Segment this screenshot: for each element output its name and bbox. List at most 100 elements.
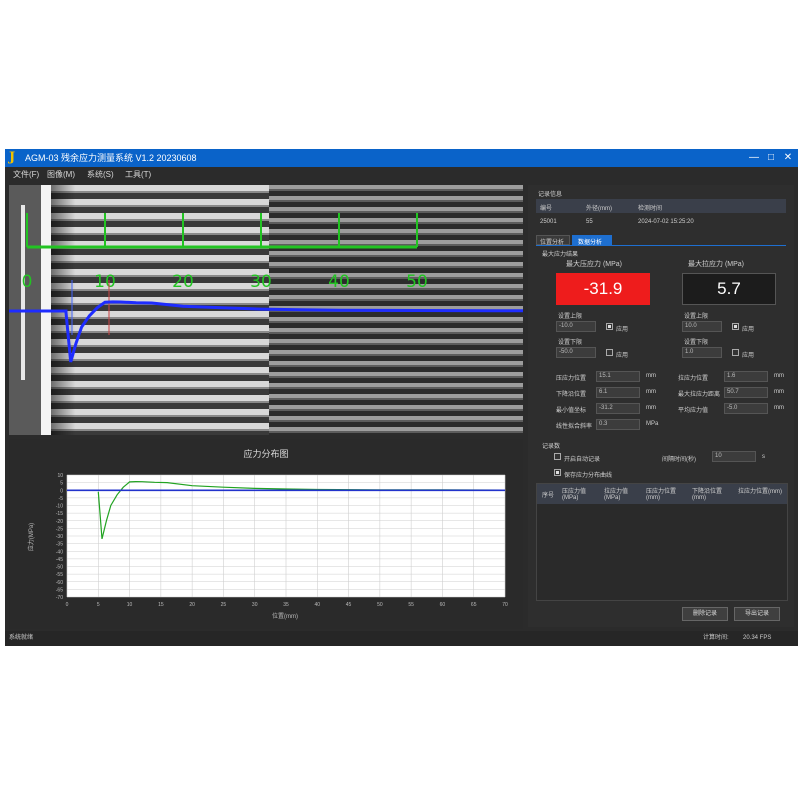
- menu-tools[interactable]: 工具(T): [125, 167, 151, 183]
- param-label-1: 下降沿位置: [556, 392, 587, 398]
- x-tick-label: 30: [252, 602, 258, 608]
- right-lower-limit-input[interactable]: 1.0: [682, 347, 722, 358]
- y-tick-label: -55: [56, 572, 63, 578]
- param-right-label-0: 拉应力位置: [678, 376, 709, 382]
- record-col-drop-pos: 下降沿位置(mm): [692, 489, 723, 501]
- app-window: J AGM-03 残余应力测量系统 V1.2 20230608 — □ ✕ 文件…: [5, 149, 798, 646]
- left-upper-limit-input[interactable]: -10.0: [556, 321, 596, 332]
- right-panel: 记录信息 编号 外径(mm) 检测时间 25001 55 2024-07-02 …: [528, 185, 794, 627]
- y-tick-label: -65: [56, 587, 63, 593]
- left-lower-apply-checkbox[interactable]: [606, 349, 613, 356]
- param-value-2[interactable]: -31.2: [596, 403, 640, 414]
- y-tick-label: -10: [56, 504, 63, 510]
- param-unit-0: mm: [646, 373, 656, 379]
- auto-record-checkbox[interactable]: [554, 453, 561, 460]
- y-tick-label: -20: [56, 519, 63, 525]
- x-tick-label: 65: [471, 602, 477, 608]
- info-header-diameter: 外径(mm): [586, 206, 612, 212]
- window-title: AGM-03 残余应力测量系统 V1.2 20230608: [25, 153, 197, 163]
- right-upper-apply-checkbox[interactable]: [732, 323, 739, 330]
- param-right-value-0[interactable]: 1.6: [724, 371, 768, 382]
- title-bar: J AGM-03 残余应力测量系统 V1.2 20230608 — □ ✕: [5, 149, 798, 167]
- x-tick-label: 40: [315, 602, 321, 608]
- scale-tick-label: 50: [406, 272, 428, 292]
- param-right-unit-1: mm: [774, 389, 784, 395]
- record-col-tens-pos: 拉应力位置(mm): [738, 489, 782, 495]
- menu-system[interactable]: 系统(S): [87, 167, 114, 183]
- param-right-value-1[interactable]: 50.7: [724, 387, 768, 398]
- y-tick-label: -30: [56, 534, 63, 540]
- param-label-2: 最小值坐标: [556, 408, 587, 414]
- left-lower-apply-label: 应用: [616, 353, 629, 359]
- y-tick-label: -50: [56, 565, 63, 571]
- minimize-button[interactable]: —: [745, 149, 763, 167]
- param-value-0[interactable]: 15.1: [596, 371, 640, 382]
- param-label-3: 线性拟合斜率: [556, 424, 593, 430]
- status-fps-value: 20.34 FPS: [743, 635, 772, 641]
- camera-image-panel[interactable]: 0 10 20 30 40 50: [9, 185, 523, 435]
- y-tick-label: -40: [56, 549, 63, 555]
- record-col-tens: 拉应力值(MPa): [604, 489, 629, 501]
- max-tensile-label: 最大拉应力 (MPa): [688, 261, 744, 268]
- y-tick-label: -5: [59, 496, 64, 502]
- camera-image: 0 10 20 30 40 50: [9, 185, 523, 435]
- param-unit-3: MPa: [646, 421, 659, 427]
- info-group-title: 记录信息: [538, 192, 563, 198]
- right-upper-limit-label: 设置上限: [684, 314, 709, 320]
- stress-chart-panel: 应力分布图 10 5 0 -5 -10 -15 -20 -25 -30 -35 -40 -45 -50-…: [9, 439, 523, 629]
- app-logo-icon: J: [9, 150, 16, 165]
- info-header-time: 检测时间: [638, 206, 663, 212]
- right-upper-limit-input[interactable]: 10.0: [682, 321, 722, 332]
- info-cell-diameter[interactable]: 55: [586, 219, 593, 225]
- left-upper-apply-checkbox[interactable]: [606, 323, 613, 330]
- x-tick-label: 35: [283, 602, 289, 608]
- section-max-title: 最大应力结果: [542, 252, 579, 258]
- y-tick-label: -60: [56, 580, 63, 586]
- x-tick-label: 60: [440, 602, 446, 608]
- scale-tick-label: 10: [94, 272, 116, 292]
- param-right-unit-2: mm: [774, 405, 784, 411]
- y-axis-label: 应力(MPa): [27, 523, 35, 551]
- menu-file[interactable]: 文件(F): [13, 167, 39, 183]
- save-curve-checkbox[interactable]: [554, 469, 561, 476]
- left-lower-limit-label: 设置下限: [558, 340, 583, 346]
- scale-tick-label: 20: [172, 272, 194, 292]
- max-tensile-value: 5.7: [682, 273, 776, 305]
- y-tick-label: -15: [56, 511, 63, 517]
- save-curve-label: 保存应力分布曲线: [564, 473, 613, 479]
- x-tick-label: 0: [66, 602, 69, 608]
- export-record-button[interactable]: 导出记录: [734, 607, 780, 621]
- x-tick-label: 15: [158, 602, 164, 608]
- tab-underline: [536, 245, 786, 246]
- status-bar: 系统就绪 计算时间: 20.34 FPS: [5, 631, 798, 646]
- delete-record-button[interactable]: 删除记录: [682, 607, 728, 621]
- record-group-title: 记录数: [542, 444, 561, 450]
- info-cell-time[interactable]: 2024-07-02 15:25:20: [638, 219, 694, 225]
- info-cell-id[interactable]: 25001: [540, 219, 557, 225]
- x-tick-label: 20: [189, 602, 195, 608]
- scale-tick-label: 40: [328, 272, 350, 292]
- record-col-comp: 压应力值(MPa): [562, 489, 587, 501]
- maximize-button[interactable]: □: [762, 149, 780, 167]
- x-tick-label: 45: [346, 602, 352, 608]
- y-tick-label: 5: [60, 481, 63, 487]
- y-tick-label: 0: [60, 488, 63, 494]
- interval-input[interactable]: 10: [712, 451, 756, 462]
- x-axis-label: 位置(mm): [272, 612, 298, 620]
- x-tick-label: 70: [502, 602, 508, 608]
- close-button[interactable]: ✕: [779, 149, 797, 167]
- param-right-value-2[interactable]: -5.0: [724, 403, 768, 414]
- scale-tick-label: 0: [22, 272, 33, 292]
- left-upper-apply-label: 应用: [616, 327, 629, 333]
- right-upper-apply-label: 应用: [742, 327, 755, 333]
- param-value-1[interactable]: 6.1: [596, 387, 640, 398]
- right-lower-apply-checkbox[interactable]: [732, 349, 739, 356]
- param-value-3[interactable]: 0.3: [596, 419, 640, 430]
- param-right-label-1: 最大拉应力距离: [678, 392, 721, 398]
- x-tick-label: 25: [221, 602, 227, 608]
- x-tick-label: 50: [377, 602, 383, 608]
- param-right-label-2: 平均应力值: [678, 408, 709, 414]
- left-lower-limit-input[interactable]: -50.0: [556, 347, 596, 358]
- y-tick-label: -35: [56, 542, 63, 548]
- menu-image[interactable]: 图像(M): [47, 167, 75, 183]
